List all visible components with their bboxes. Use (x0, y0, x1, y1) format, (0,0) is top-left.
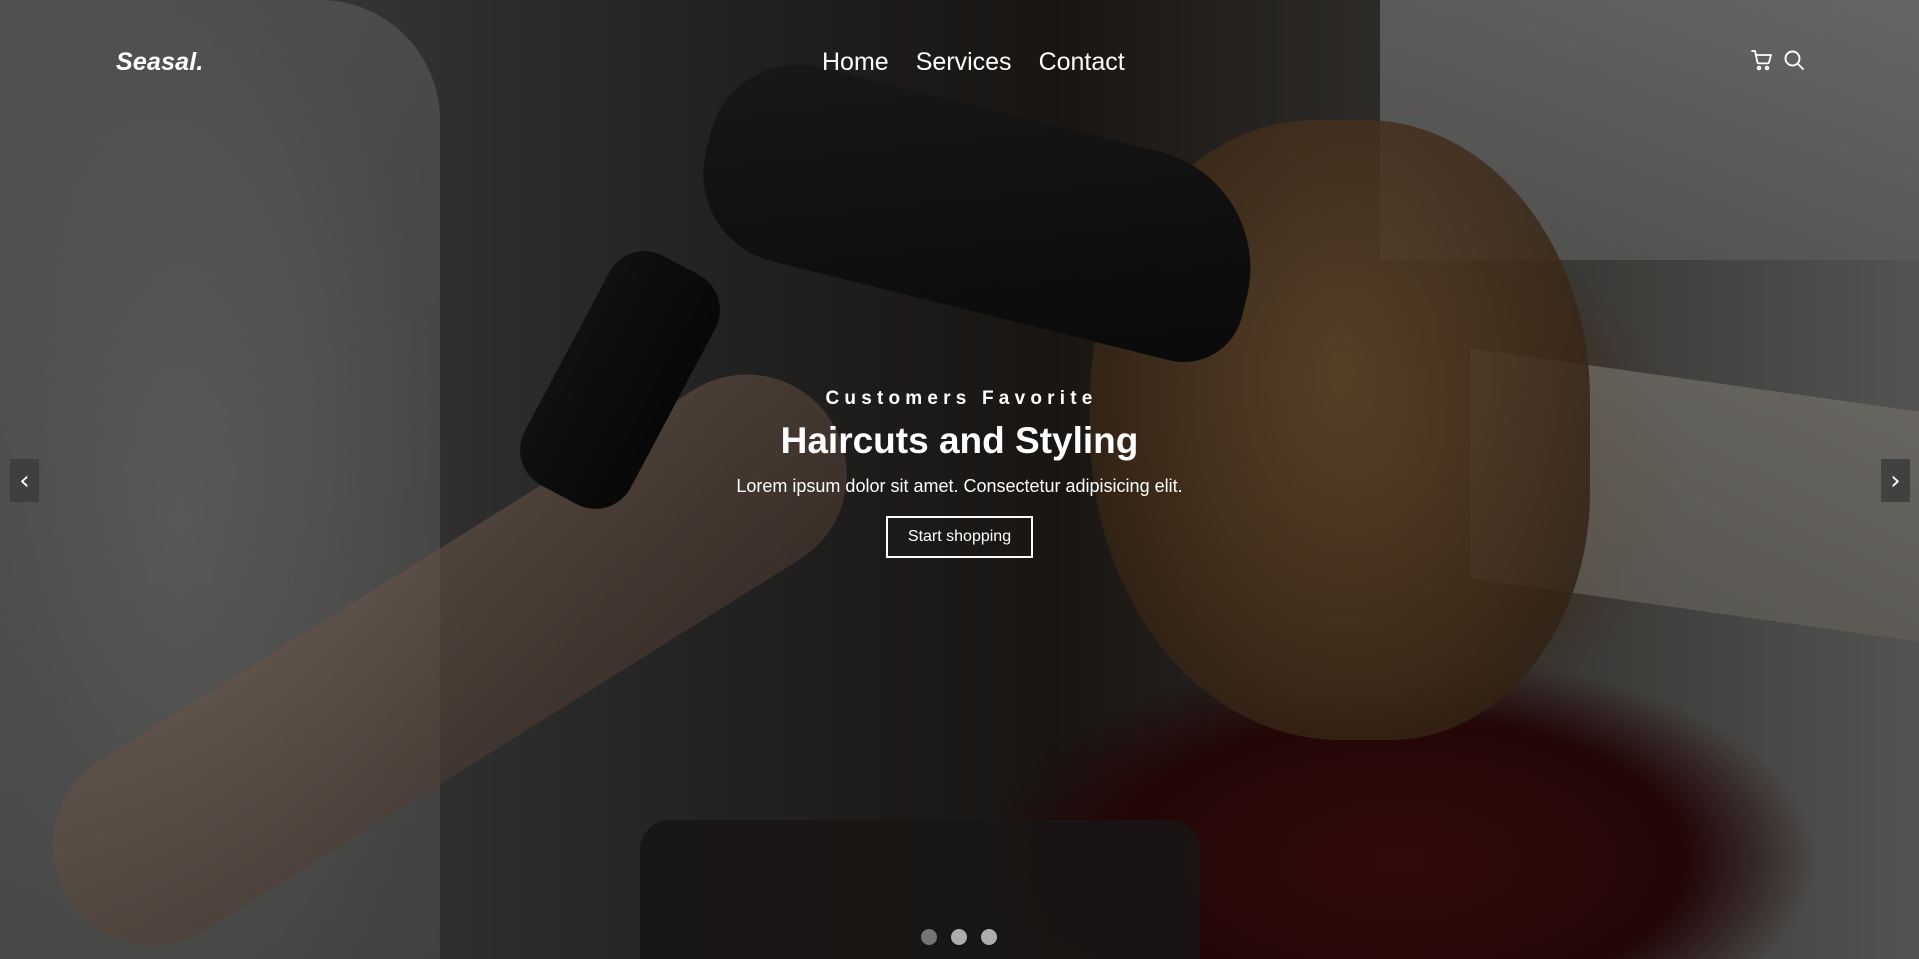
carousel-indicator-2[interactable] (951, 929, 967, 945)
nav-link-home[interactable]: Home (822, 48, 889, 77)
nav-link-contact[interactable]: Contact (1039, 48, 1125, 77)
carousel-indicators (921, 929, 997, 945)
carousel-prev-button[interactable]: ‹ (10, 459, 39, 502)
navbar: Seasal. Home Services Contact (0, 0, 1919, 128)
hero-subtext: Lorem ipsum dolor sit amet. Consectetur … (736, 476, 1183, 496)
hero-carousel: Seasal. Home Services Contact Customers … (0, 0, 1919, 959)
carousel-indicator-3[interactable] (981, 929, 997, 945)
hero-caption: Customers Favorite Haircuts and Styling … (0, 388, 1919, 558)
nav-icons (1750, 48, 1806, 72)
search-icon[interactable] (1782, 48, 1806, 72)
carousel-next-button[interactable]: › (1881, 459, 1910, 502)
hero-headline: Haircuts and Styling (780, 420, 1139, 461)
cart-icon[interactable] (1750, 48, 1774, 72)
hero-eyebrow: Customers Favorite (825, 388, 1098, 409)
nav-links: Home Services Contact (822, 48, 1125, 77)
start-shopping-button[interactable]: Start shopping (885, 516, 1034, 558)
carousel-indicator-1[interactable] (921, 929, 937, 945)
brand-logo[interactable]: Seasal. (116, 48, 204, 77)
nav-link-services[interactable]: Services (916, 48, 1012, 77)
